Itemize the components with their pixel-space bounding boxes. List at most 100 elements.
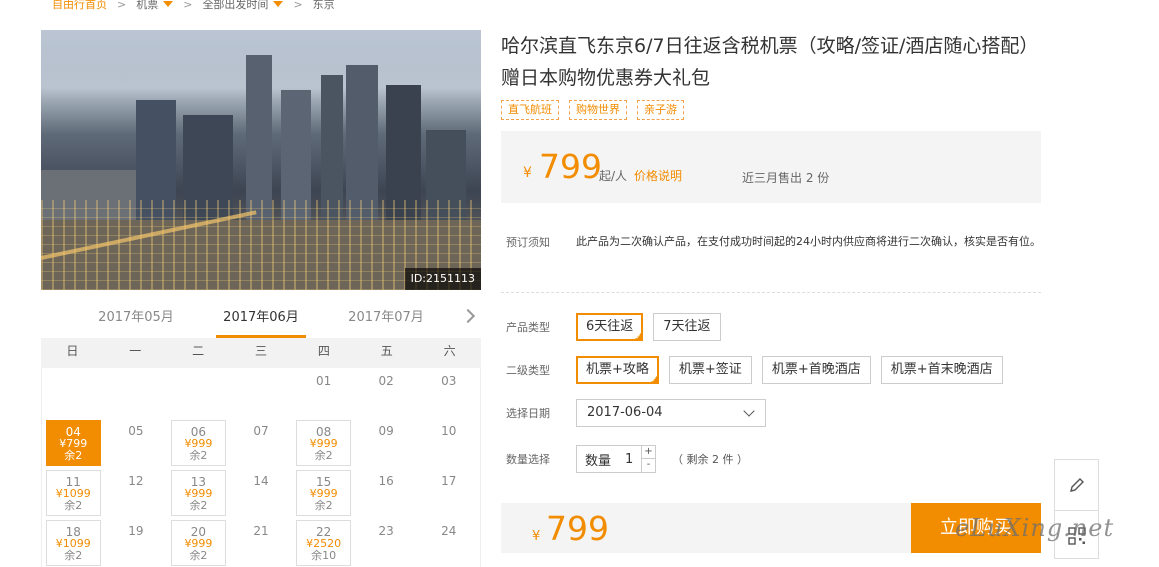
- tab-month-july[interactable]: 2017年07月: [341, 302, 431, 338]
- sold-count: 近三月售出 2 份: [742, 171, 830, 185]
- currency-symbol: ¥: [523, 165, 532, 181]
- quantity-row: 数量选择 数量 1 + - （ 剩余 2 件 ）: [501, 445, 748, 473]
- weekday-label: 五: [380, 344, 393, 358]
- day-number: 10: [441, 424, 457, 438]
- breadcrumb-separator: >: [183, 0, 193, 11]
- quantity-value[interactable]: 1: [625, 452, 633, 467]
- weekday-label: 二: [192, 344, 205, 358]
- calendar-day: 17: [417, 468, 480, 518]
- total-price: 799: [546, 509, 609, 548]
- breadcrumb-tokyo: 东京: [312, 0, 335, 11]
- tab-month-may[interactable]: 2017年05月: [91, 302, 181, 338]
- option-flight-guide[interactable]: 机票+攻略 ✓: [576, 356, 659, 384]
- price-unit: 起/人: [599, 169, 628, 183]
- calendar-day-available[interactable]: 13 ¥999 余2: [167, 468, 230, 518]
- date-select[interactable]: 2017-06-04: [576, 399, 766, 427]
- price-explain-link[interactable]: 价格说明: [634, 167, 682, 184]
- option-flight-visa[interactable]: 机票+签证: [668, 356, 752, 384]
- price-amount: 799: [539, 147, 602, 186]
- quantity-stepper[interactable]: 数量 1 + -: [576, 445, 656, 473]
- stock-remaining: （ 剩余 2 件 ）: [672, 453, 748, 466]
- calendar-day: 21: [230, 518, 293, 567]
- price-panel: ¥ 799 起/人 价格说明 近三月售出 2 份: [501, 131, 1041, 203]
- check-icon: ✓: [635, 333, 642, 341]
- calendar-day: 05: [105, 418, 168, 468]
- breadcrumb-flight[interactable]: 机票: [136, 0, 174, 12]
- calendar-day: 02: [355, 368, 418, 418]
- day-remaining: 余2: [64, 449, 83, 462]
- caret-down-icon: [163, 1, 174, 7]
- day-remaining: 余10: [311, 549, 337, 562]
- option-flight-first-last-night-hotel[interactable]: 机票+首末晚酒店: [880, 356, 1003, 384]
- day-remaining: 余2: [189, 549, 208, 562]
- calendar-day-available[interactable]: 20 ¥999 余2: [167, 518, 230, 567]
- calendar-day-available[interactable]: 18 ¥1099 余2: [42, 518, 105, 567]
- calendar-day-available[interactable]: 11 ¥1099 余2: [42, 468, 105, 518]
- calendar-day: 03: [417, 368, 480, 418]
- calendar-week-row: 01 02 03: [42, 368, 480, 418]
- notice-text: 此产品为二次确认产品，在支付成功时间起的24小时内供应商将进行二次确认，核实是否…: [576, 235, 1041, 248]
- option-flight-first-night-hotel[interactable]: 机票+首晚酒店: [761, 356, 871, 384]
- sub-type-label: 二级类型: [506, 364, 550, 377]
- tag: 亲子游: [637, 100, 684, 120]
- calendar-day-available[interactable]: 08 ¥999 余2: [292, 418, 355, 468]
- image-id-label: ID:2151113: [404, 268, 481, 290]
- calendar-day-selected[interactable]: 04 ¥799 余2: [42, 418, 105, 468]
- weekday-label: 一: [129, 344, 142, 358]
- breadcrumb-departure-time[interactable]: 全部出发时间: [202, 0, 284, 12]
- calendar-week-row: 18 ¥1099 余2 19 20 ¥999 余2 21 22 ¥2520 余10 23 24: [42, 518, 480, 567]
- option-7-day[interactable]: 7天往返: [653, 313, 721, 341]
- increment-button[interactable]: +: [642, 446, 655, 459]
- calendar-day: 10: [417, 418, 480, 468]
- date-row: 选择日期 2017-06-04: [501, 399, 766, 427]
- sub-type-row: 二级类型 机票+攻略 ✓ 机票+签证 机票+首晚酒店 机票+首末晚酒店: [501, 356, 1003, 384]
- day-number: 03: [441, 374, 457, 388]
- day-remaining: 余2: [314, 499, 333, 512]
- calendar-day: [230, 368, 293, 418]
- product-photo: ID:2151113: [41, 30, 481, 290]
- day-number: 16: [378, 474, 394, 488]
- breadcrumb-separator: >: [293, 0, 303, 11]
- product-type-label: 产品类型: [506, 321, 550, 334]
- chevron-right-icon[interactable]: [460, 308, 476, 324]
- day-box: 15 ¥999 余2: [296, 470, 351, 516]
- weekday-label: 日: [66, 344, 79, 358]
- day-number: 05: [128, 424, 144, 438]
- calendar-day: [167, 368, 230, 418]
- day-remaining: 余2: [64, 499, 83, 512]
- calendar-day: 16: [355, 468, 418, 518]
- product-type-row: 产品类型 6天往返 ✓ 7天往返: [501, 313, 721, 341]
- tab-month-june[interactable]: 2017年06月: [216, 302, 306, 338]
- quantity-field-label: 数量: [585, 453, 612, 469]
- calendar-day: [105, 368, 168, 418]
- day-box: 08 ¥999 余2: [296, 420, 351, 466]
- tag: 购物世界: [569, 100, 627, 120]
- tag: 直飞航班: [501, 100, 559, 120]
- decrement-button[interactable]: -: [642, 459, 655, 472]
- breadcrumb-separator: >: [117, 0, 127, 11]
- weekday-header: 日 一 二 三 四 五 六: [41, 338, 481, 368]
- floating-toolbar: [1054, 459, 1099, 559]
- calendar-day: [42, 368, 105, 418]
- calendar-day-available[interactable]: 22 ¥2520 余10: [292, 518, 355, 567]
- day-box: 22 ¥2520 余10: [296, 520, 351, 566]
- calendar-day-available[interactable]: 06 ¥999 余2: [167, 418, 230, 468]
- currency-symbol: ¥: [532, 529, 541, 544]
- option-6-day[interactable]: 6天往返 ✓: [576, 313, 644, 341]
- breadcrumb-home[interactable]: 自由行首页: [52, 0, 107, 12]
- day-number: 23: [378, 524, 394, 538]
- product-title: 哈尔滨直飞东京6/7日往返含税机票（攻略/签证/酒店随心搭配）赠日本购物优惠券大…: [501, 35, 1039, 89]
- calendar-day: 01: [292, 368, 355, 418]
- calendar-day: 19: [105, 518, 168, 567]
- day-number: 12: [128, 474, 144, 488]
- calendar-day-available[interactable]: 15 ¥999 余2: [292, 468, 355, 518]
- day-box: 13 ¥999 余2: [171, 470, 226, 516]
- day-number: 21: [253, 524, 269, 538]
- day-number: 09: [378, 424, 394, 438]
- chevron-down-icon: [743, 405, 755, 417]
- product-tags: 直飞航班 购物世界 亲子游: [501, 100, 684, 120]
- quantity-label: 数量选择: [506, 453, 550, 466]
- calendar-day: 14: [230, 468, 293, 518]
- day-number: 07: [253, 424, 269, 438]
- edit-button[interactable]: [1055, 460, 1098, 510]
